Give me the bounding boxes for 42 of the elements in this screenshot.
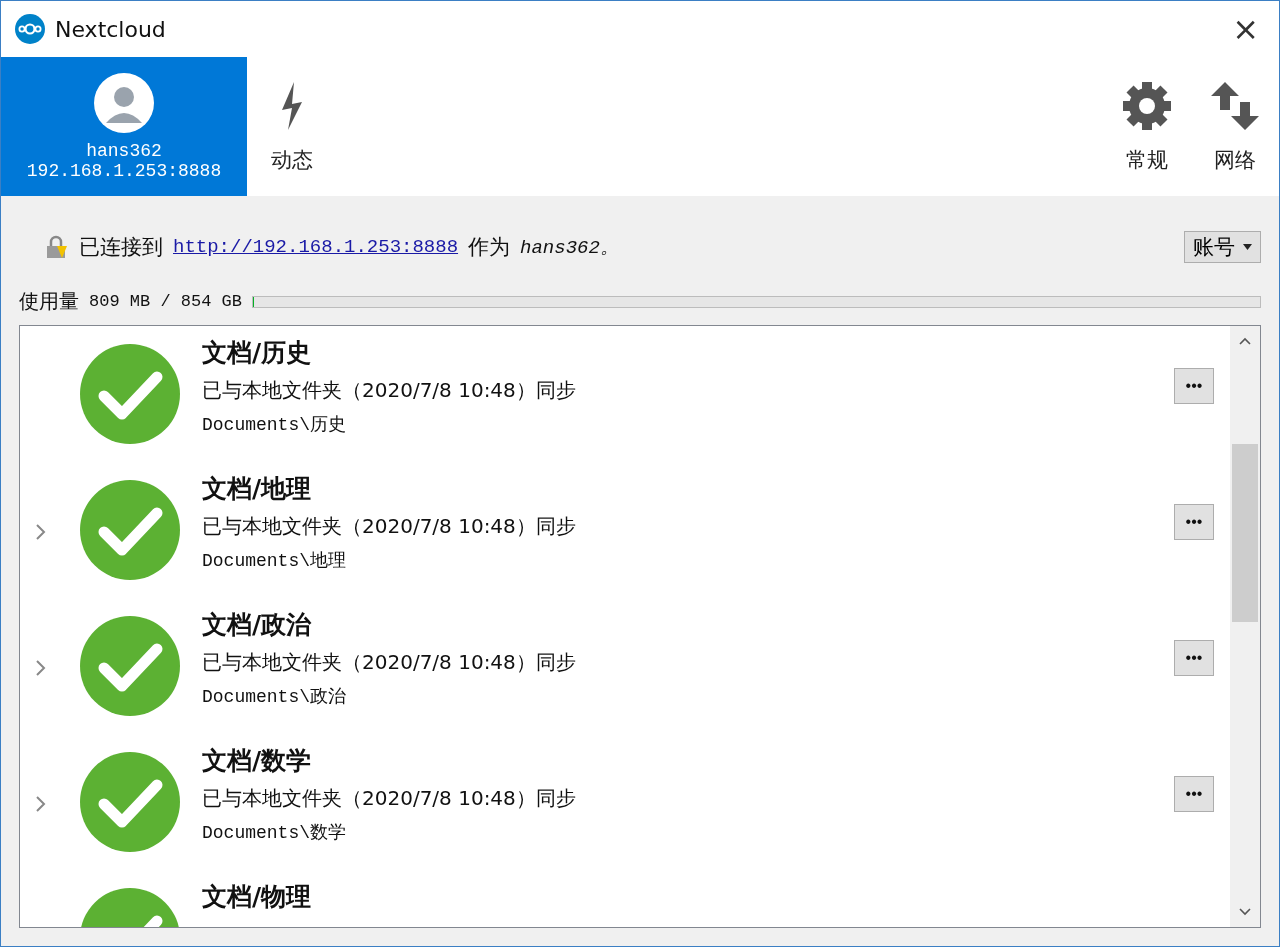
scrollbar-thumb[interactable] <box>1232 444 1258 622</box>
folder-title: 文档/数学 <box>202 745 313 777</box>
more-button[interactable]: ••• <box>1174 776 1214 812</box>
chevron-up-icon <box>1239 337 1251 345</box>
folder-path: Documents\地理 <box>202 550 348 572</box>
sync-status: 已与本地文件夹（2020/7/8 10:48）同步 <box>202 785 577 812</box>
chevron-icon[interactable] <box>34 795 48 813</box>
more-button[interactable]: ••• <box>1174 504 1214 540</box>
chevron-down-icon <box>1239 908 1251 916</box>
sync-status: 已与本地文件夹（2020/7/8 10:48）同步 <box>202 513 577 540</box>
folder-path: Documents\数学 <box>202 822 348 844</box>
more-button[interactable]: ••• <box>1174 368 1214 404</box>
check-icon <box>80 616 180 716</box>
folder-title: 文档/地理 <box>202 473 313 505</box>
more-button[interactable]: ••• <box>1174 640 1214 676</box>
caret-icon <box>1243 244 1252 250</box>
check-icon <box>80 344 180 444</box>
server-link[interactable]: http://192.168.1.253:8888 <box>173 236 459 258</box>
check-icon <box>80 480 180 580</box>
sync-status: 已与本地文件夹（2020/7/8 10:48）同步 <box>202 649 577 676</box>
folder-title: 文档/物理 <box>202 881 313 913</box>
window-title: Nextcloud <box>55 16 167 42</box>
chevron-icon[interactable] <box>34 523 48 541</box>
settings-icon <box>1121 79 1173 132</box>
folder-title: 文档/历史 <box>202 337 313 369</box>
connection-label: 作为 <box>468 234 511 261</box>
up-down-arrows-icon <box>1209 79 1261 132</box>
check-icon <box>80 752 180 852</box>
user-name: hans362。 <box>520 236 619 260</box>
close-button[interactable]: × <box>1226 10 1265 48</box>
usage-reading: 809 MB / 854 GB <box>89 292 243 311</box>
sync-status: 已与本地文件夹（2020/7/8 10:48）同步 <box>202 377 577 404</box>
account-tab[interactable]: hans362 192.168.1.253:8888 <box>1 57 247 196</box>
connection-label: 已连接到 <box>79 234 163 261</box>
usage-label: 使用量 <box>19 288 79 315</box>
account-dropdown[interactable]: 账号 <box>1184 231 1261 263</box>
folder-title: 文档/政治 <box>202 609 313 641</box>
folder-path: Documents\政治 <box>202 686 348 708</box>
folder-path: Documents\历史 <box>202 414 348 436</box>
chevron-icon[interactable] <box>34 659 48 677</box>
avatar-icon <box>94 72 154 133</box>
app-logo-icon <box>15 14 45 44</box>
